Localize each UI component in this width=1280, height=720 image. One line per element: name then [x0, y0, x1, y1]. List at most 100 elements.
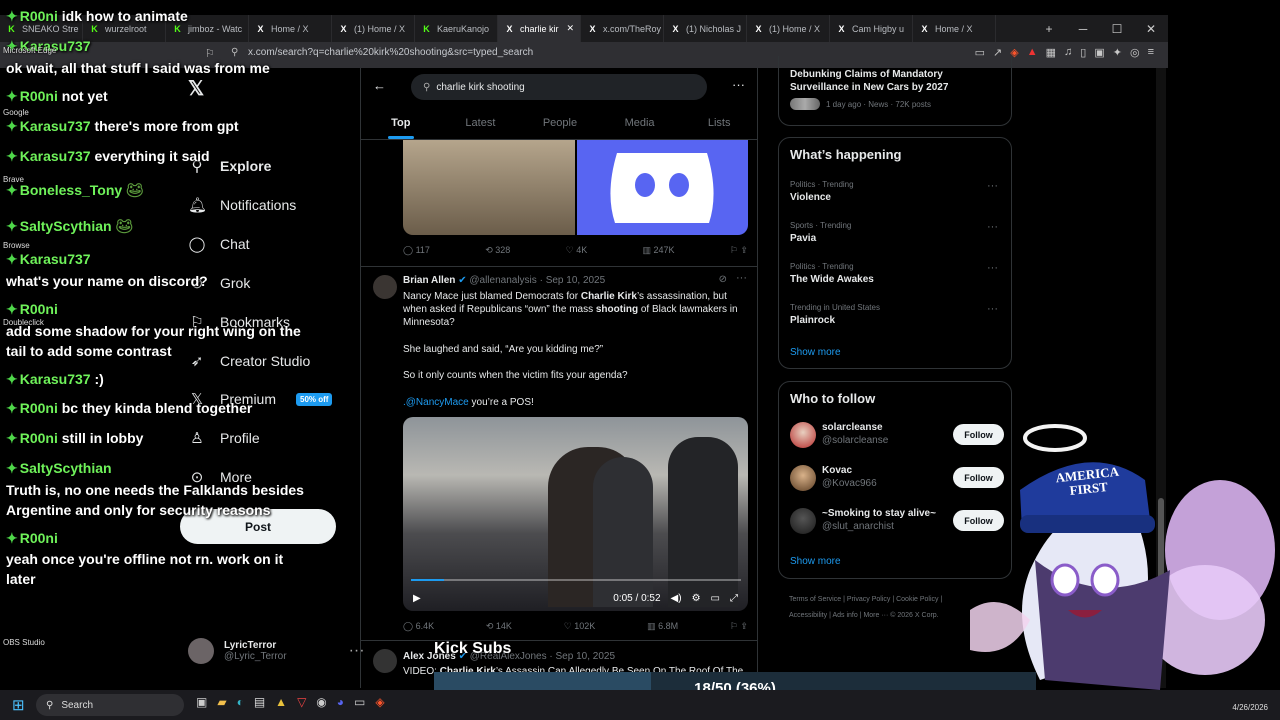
- tweet1-discord-image[interactable]: [576, 140, 748, 235]
- tab-people[interactable]: People: [520, 106, 600, 139]
- music-icon[interactable]: ♫: [1064, 46, 1072, 59]
- desktop-icon-label[interactable]: Microsoft Edge: [3, 46, 56, 55]
- bookmark-tweet-icon[interactable]: ⚐ ⇪: [730, 245, 748, 256]
- grok-tweet-icon[interactable]: ⊘: [719, 274, 727, 285]
- vpn-icon[interactable]: ◎: [1130, 46, 1140, 59]
- like-button[interactable]: ♡ 102K: [564, 621, 596, 632]
- verified-badge-icon: ✔: [458, 275, 467, 286]
- trend-more-icon[interactable]: ···: [987, 180, 998, 192]
- edge-icon[interactable]: ◐: [237, 695, 244, 709]
- app-icon[interactable]: ▽: [297, 695, 306, 709]
- reply-button[interactable]: ◯ 6.4K: [403, 621, 434, 632]
- sidebar-icon[interactable]: ▯: [1080, 46, 1086, 59]
- settings-icon[interactable]: ⚙: [692, 593, 701, 604]
- tab-media[interactable]: Media: [600, 106, 680, 139]
- news-card[interactable]: Debunking Claims of Mandatory Surveillan…: [778, 56, 1012, 126]
- browser-tab[interactable]: Xx.com/TheRoy: [581, 15, 664, 42]
- desktop-icon-label[interactable]: Browse: [3, 241, 30, 250]
- pip-icon[interactable]: ▭: [711, 593, 720, 604]
- leo-icon[interactable]: ✦: [1113, 46, 1122, 59]
- chat-text: :): [94, 371, 104, 387]
- minimize-icon[interactable]: ─: [1066, 15, 1100, 42]
- x-favicon-icon: X: [755, 23, 762, 34]
- rewards-icon[interactable]: ▲: [1027, 46, 1038, 59]
- chat-message: ✦ Karasu737 :): [6, 371, 104, 388]
- fullscreen-icon[interactable]: ⤢: [730, 593, 738, 604]
- app-icon[interactable]: ▭: [354, 695, 365, 709]
- extensions-icon[interactable]: ▦: [1046, 46, 1056, 59]
- trend-more-icon[interactable]: ···: [987, 221, 998, 233]
- avatar[interactable]: [790, 465, 816, 491]
- back-arrow-icon[interactable]: ←: [373, 78, 386, 93]
- bookmark-tweet-icon[interactable]: ⚐ ⇪: [730, 621, 748, 632]
- trend-more-icon[interactable]: ···: [987, 303, 998, 315]
- browser-tab[interactable]: K KaeruKanojo: [415, 15, 498, 42]
- chat-username: Karasu737: [19, 118, 91, 134]
- new-tab-icon[interactable]: +: [1032, 15, 1066, 42]
- show-more-link[interactable]: Show more: [790, 556, 841, 567]
- tweet1-media[interactable]: [403, 140, 748, 235]
- repost-button[interactable]: ⟲ 14K: [486, 621, 512, 632]
- like-button[interactable]: ♡ 4K: [566, 245, 588, 256]
- avatar[interactable]: [790, 508, 816, 534]
- windows-start-icon[interactable]: ⊞: [12, 696, 25, 714]
- trend-item[interactable]: Trending in United States Plainrock ···: [790, 303, 1004, 326]
- brave-icon[interactable]: ◈: [375, 695, 384, 709]
- views-stat[interactable]: ▥ 6.8M: [647, 621, 678, 632]
- window-controls: + ─ ☐ ✕: [1032, 15, 1168, 42]
- store-icon[interactable]: ▤: [254, 695, 265, 709]
- tweet1-photo[interactable]: [403, 140, 575, 235]
- browser-tab[interactable]: X (1) Home / X: [747, 15, 830, 42]
- trend-more-icon[interactable]: ···: [987, 262, 998, 274]
- browser-tab[interactable]: X Home / X: [913, 15, 996, 42]
- trend-item[interactable]: Sports · Trending Pavia ···: [790, 221, 1004, 244]
- taskbar-date: 4/26/2026: [1232, 703, 1268, 712]
- app-icon[interactable]: ▲: [275, 695, 287, 709]
- search-more-icon[interactable]: ···: [732, 77, 745, 92]
- chat-badge-icon: ✦: [6, 8, 18, 24]
- tweet2-actions: ◯ 6.4K ⟲ 14K ♡ 102K ▥ 6.8M ⚐ ⇪: [403, 621, 748, 632]
- reply-button[interactable]: ◯ 117: [403, 245, 430, 256]
- menu-icon[interactable]: ≡: [1148, 46, 1154, 59]
- tab-latest[interactable]: Latest: [441, 106, 521, 139]
- maximize-icon[interactable]: ☐: [1100, 15, 1134, 42]
- chat-username: Karasu737: [19, 371, 91, 387]
- trend-item[interactable]: Politics · Trending The Wide Awakes ···: [790, 262, 1004, 285]
- chat-message: ✦ R00ni idk how to animate: [6, 8, 188, 25]
- video-progress-track[interactable]: [411, 579, 741, 581]
- tweet-header: Brian Allen ✔ @allenanalysis · Sep 10, 2…: [403, 275, 606, 286]
- volume-icon[interactable]: ◀︎): [671, 593, 682, 604]
- news-title[interactable]: Debunking Claims of Mandatory Surveillan…: [790, 68, 990, 94]
- wallet-icon[interactable]: ▣: [1094, 46, 1104, 59]
- desktop-icon-label[interactable]: Google: [3, 108, 29, 117]
- browser-tab[interactable]: X (1) Nicholas J: [664, 15, 747, 42]
- tweet-video[interactable]: ▶ 0:05 / 0:52 ◀︎) ⚙ ▭ ⤢: [403, 417, 748, 611]
- play-icon[interactable]: ▶: [413, 593, 421, 604]
- avatar[interactable]: [373, 649, 397, 673]
- desktop-icon-label[interactable]: Doubleclick: [3, 318, 44, 327]
- show-more-link[interactable]: Show more: [790, 347, 841, 358]
- taskbar-search[interactable]: ⚲ Search: [36, 694, 184, 716]
- browser-tab[interactable]: X Cam Higby u: [830, 15, 913, 42]
- trend-item[interactable]: Politics · Trending Violence ···: [790, 180, 1004, 203]
- chat-message: ✦ SaltyScythian 🐸︎: [6, 218, 133, 235]
- desktop-icon-label[interactable]: Brave: [3, 175, 24, 184]
- browser-tab[interactable]: Xcharlie kir ✕: [498, 15, 581, 42]
- task-view-icon[interactable]: ▣: [196, 695, 207, 709]
- repost-button[interactable]: ⟲ 328: [485, 245, 510, 256]
- desktop-icon-label[interactable]: OBS Studio: [3, 638, 45, 647]
- chat-username: SaltyScythian: [19, 460, 112, 476]
- views-stat[interactable]: ▥ 247K: [643, 245, 675, 256]
- discord-icon[interactable]: ◕: [337, 695, 344, 709]
- file-explorer-icon[interactable]: ▰: [217, 695, 226, 709]
- mention-link[interactable]: .@NancyMace: [403, 397, 469, 408]
- avatar[interactable]: [373, 275, 397, 299]
- close-tab-icon[interactable]: ✕: [566, 23, 574, 34]
- obs-icon[interactable]: ◉: [316, 695, 326, 709]
- close-window-icon[interactable]: ✕: [1134, 15, 1168, 42]
- tab-lists[interactable]: Lists: [679, 106, 757, 139]
- tab-top[interactable]: Top: [361, 106, 441, 139]
- search-input[interactable]: ⚲ charlie kirk shooting: [411, 74, 707, 100]
- avatar[interactable]: [790, 422, 816, 448]
- tweet-more-icon[interactable]: ···: [736, 272, 747, 284]
